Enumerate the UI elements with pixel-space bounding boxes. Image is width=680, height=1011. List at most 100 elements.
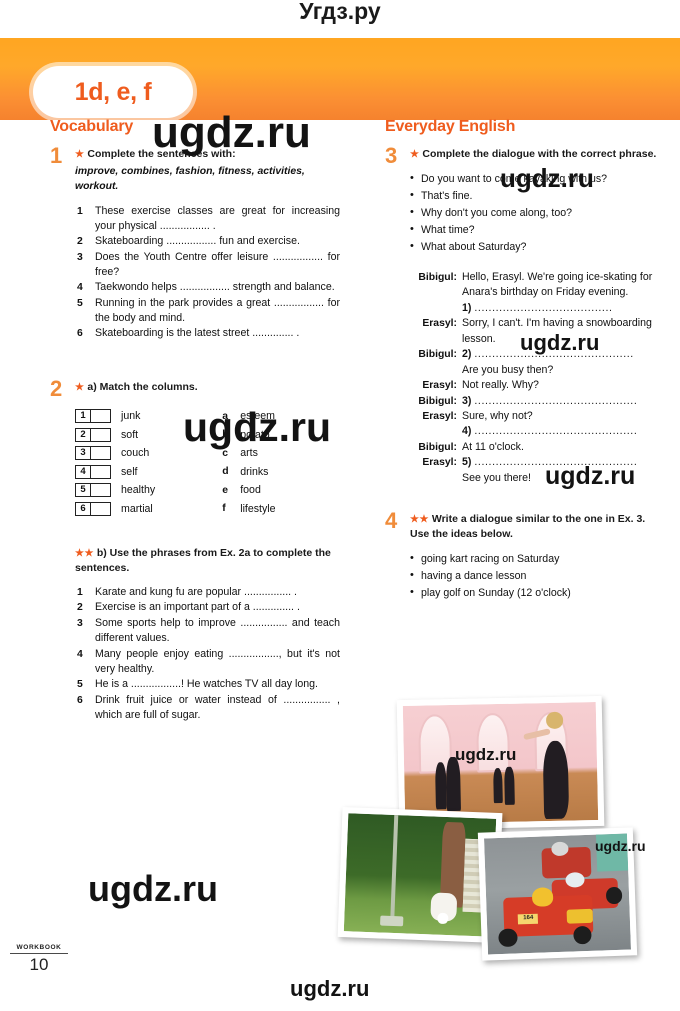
kart-racing-scene: 164 — [484, 833, 631, 955]
difficulty-star-icon: ★★ — [410, 514, 429, 526]
list-item: 5 He is a .................! He watches T… — [75, 677, 340, 692]
speaker-label: Bibigul: — [418, 349, 457, 361]
row-number: 4 — [76, 465, 91, 478]
dialogue-text: Sure, why not? 4) ......................… — [462, 409, 665, 440]
item-text: Many people enjoy eating ...............… — [95, 647, 340, 675]
item-text: Drink fruit juice or water instead of ..… — [95, 693, 340, 721]
answer-cell[interactable] — [91, 410, 110, 422]
table-row: 6 martial — [75, 499, 222, 518]
item-text: Exercise is an important part of a .....… — [95, 601, 300, 614]
list-item: 5 Running in the park provides a great ..… — [75, 296, 340, 327]
dialogue-line: Bibigul: 3) ............................… — [410, 394, 665, 409]
item-text: He is a .................! He watches TV… — [95, 678, 318, 691]
unit-tab-label: 1d, e, f — [74, 77, 152, 106]
exercise-4-idea-list: going kart racing on Saturday having a d… — [410, 550, 665, 602]
list-item: 2 Skateboarding ................. fun and… — [75, 234, 340, 249]
dialogue-text: Sorry, I can't. I'm having a snowboardin… — [462, 316, 665, 347]
gap-number: 3) — [462, 394, 472, 407]
exercise-1-rubric-text: Complete the sentences with: — [87, 148, 236, 160]
match-right-column: a esteem b potato c arts d drinks e food f lif… — [222, 407, 340, 518]
exercise-2b-sentence-list: 1 Karate and kung fu are popular ........… — [75, 585, 340, 723]
item-text: Does the Youth Centre offer leisure ....… — [95, 250, 340, 278]
item-number: 1 — [77, 205, 83, 217]
kart-number: 164 — [518, 913, 539, 925]
match-word: self — [121, 465, 138, 478]
list-item: 3 Some sports help to improve ...........… — [75, 616, 340, 647]
speaker-label: Bibigul: — [418, 395, 457, 407]
dialogue-line: Erasyl: Sure, why not? 4) ..............… — [410, 409, 665, 440]
list-item: What time? — [410, 221, 665, 239]
answer-box[interactable]: 3 — [75, 446, 111, 461]
list-item: play golf on Sunday (12 o'clock) — [410, 584, 665, 602]
gap-blank[interactable]: ........................................… — [474, 456, 637, 468]
answer-box[interactable]: 1 — [75, 409, 111, 424]
gap-number: 1) — [462, 301, 472, 314]
table-row: e food — [222, 481, 340, 500]
right-column: Everyday English 3 ★ Complete the dialog… — [385, 118, 665, 606]
match-word: soft — [121, 428, 139, 441]
ballroom-dancing-scene — [402, 701, 599, 825]
exercise-4-number: 4 — [385, 508, 398, 534]
row-letter: c — [222, 447, 228, 459]
footer-divider — [10, 953, 68, 954]
item-text: Skateboarding ................. fun and … — [95, 235, 300, 248]
exercise-1-number: 1 — [50, 143, 63, 168]
list-item: 1 These exercise classes are great for in… — [75, 204, 340, 235]
answer-cell[interactable] — [91, 429, 110, 441]
answer-cell[interactable] — [91, 484, 110, 496]
dialogue-text: Hello, Erasyl. We're going ice-skating f… — [462, 270, 665, 316]
item-number: 5 — [77, 679, 83, 691]
item-number: 4 — [77, 648, 83, 660]
page-number: 10 — [29, 955, 49, 974]
list-item: 2 Exercise is an important part of a ....… — [75, 600, 340, 615]
match-word: potato — [240, 428, 270, 441]
exercise-3-rubric-text: Complete the dialogue with the correct p… — [422, 148, 657, 160]
dialogue-line: Bibigul: At 11 o'clock. — [410, 440, 665, 455]
answer-box[interactable]: 4 — [75, 464, 111, 479]
answer-cell[interactable] — [91, 503, 110, 515]
gap-blank[interactable]: ........................................… — [474, 395, 637, 407]
table-row: 3 couch — [75, 444, 222, 463]
difficulty-star-icon: ★ — [410, 149, 420, 160]
answer-cell[interactable] — [91, 447, 110, 459]
table-row: b potato — [222, 425, 340, 444]
row-number: 5 — [76, 484, 91, 497]
photo-collage: 164 — [337, 690, 680, 975]
table-row: 1 junk — [75, 407, 222, 426]
list-item: going kart racing on Saturday — [410, 550, 665, 568]
answer-box[interactable]: 5 — [75, 483, 111, 498]
difficulty-star-icon: ★★ — [75, 547, 94, 559]
row-letter: f — [222, 503, 226, 515]
exercise-2a-rubric-text: a) Match the columns. — [87, 380, 198, 393]
speaker-label: Erasyl: — [422, 457, 457, 469]
list-item: 4 Many people enjoy eating ..............… — [75, 647, 340, 678]
answer-box[interactable]: 6 — [75, 501, 111, 516]
match-word: couch — [121, 447, 150, 460]
dialogue-text-line: Are you busy then? — [462, 363, 554, 376]
site-watermark: ugdz.ru — [88, 868, 218, 909]
answer-box[interactable]: 2 — [75, 427, 111, 442]
gap-blank[interactable]: ....................................... — [474, 302, 612, 314]
dialogue-text: 2) .....................................… — [462, 347, 665, 378]
gap-number: 4) — [462, 425, 472, 438]
gap-blank[interactable]: ........................................… — [474, 348, 633, 360]
dialogue-text-line: lesson. — [462, 332, 496, 345]
golf-scene — [343, 813, 497, 937]
gap-number: 2) — [462, 348, 472, 361]
unit-tab-badge: 1d, e, f — [33, 66, 193, 118]
table-row: 2 soft — [75, 425, 222, 444]
match-word: lifestyle — [240, 502, 276, 515]
speaker-label: Bibigul: — [418, 441, 457, 453]
item-number: 1 — [77, 587, 83, 599]
dialogue-text-line: Sorry, I can't. I'm having a snowboardin… — [462, 317, 652, 330]
dialogue-text-line: Anara's birthday on Friday evening. — [462, 286, 629, 299]
item-text: Running in the park provides a great ...… — [95, 296, 340, 325]
gap-blank[interactable]: ........................................… — [474, 425, 637, 437]
site-watermark: ugdz.ru — [290, 976, 370, 1001]
row-letter: d — [222, 466, 229, 478]
list-item: 4 Taekwondo helps ................. stren… — [75, 280, 340, 295]
row-letter: e — [222, 484, 228, 496]
exercise-4-rubric: ★★ Write a dialogue similar to the one i… — [410, 512, 665, 542]
exercise-1-sentence-list: 1 These exercise classes are great for in… — [75, 204, 340, 342]
answer-cell[interactable] — [91, 466, 110, 478]
